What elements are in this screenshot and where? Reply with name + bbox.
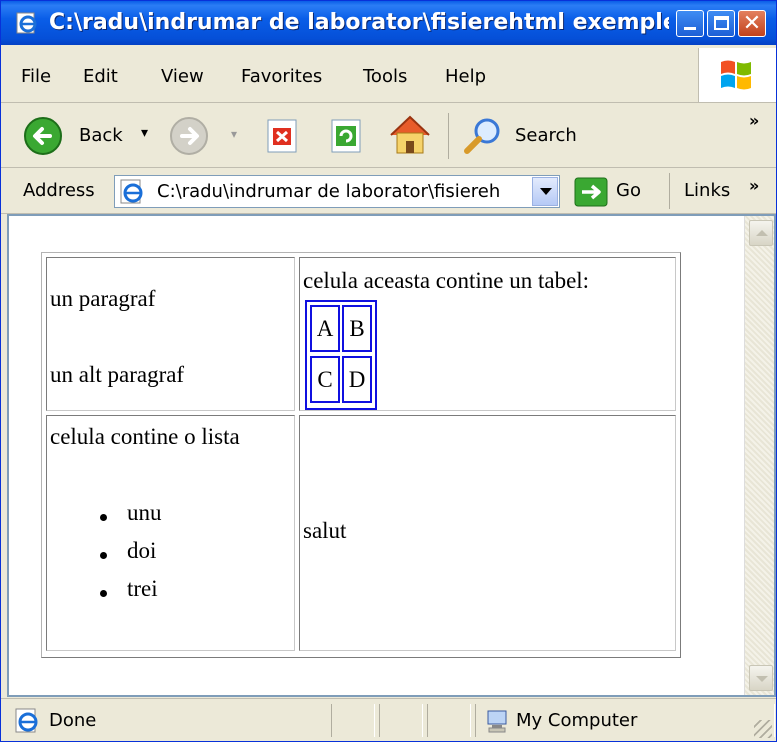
address-separator bbox=[669, 173, 670, 209]
table-cell-list: celula contine o lista unu doi trei bbox=[46, 415, 295, 651]
windows-flag-icon bbox=[721, 60, 751, 90]
list-item-1: unu bbox=[127, 500, 162, 525]
resize-grip-icon[interactable] bbox=[754, 720, 772, 738]
list-bullet bbox=[100, 514, 107, 521]
list-bullet bbox=[100, 552, 107, 559]
inner-cell-d: D bbox=[342, 356, 372, 403]
outer-table: un paragraf un alt paragraf celula aceas… bbox=[41, 252, 681, 658]
nested-table-caption: celula aceasta contine un tabel: bbox=[303, 268, 590, 293]
list-item-2: doi bbox=[127, 538, 157, 563]
windows-logo bbox=[698, 48, 776, 102]
menu-help[interactable]: Help bbox=[445, 66, 486, 87]
window-title: C:\radu\indrumar de laborator\fisierehtm… bbox=[49, 10, 669, 35]
stop-icon[interactable] bbox=[263, 117, 301, 155]
page-viewport: un paragraf un alt paragraf celula aceas… bbox=[7, 214, 776, 697]
address-bar: Address C:\radu\indrumar de laborator\fi… bbox=[1, 168, 776, 214]
my-computer-icon bbox=[487, 710, 507, 733]
browser-window: C:\radu\indrumar de laborator\fisierehtm… bbox=[0, 0, 777, 742]
paragraph-1: un paragraf bbox=[50, 286, 156, 311]
maximize-icon bbox=[714, 16, 729, 30]
title-bar[interactable]: C:\radu\indrumar de laborator\fisierehtm… bbox=[1, 1, 776, 45]
back-button-label[interactable]: Back bbox=[79, 125, 123, 146]
inner-cell-a: A bbox=[310, 305, 340, 352]
ie-page-icon bbox=[120, 179, 143, 204]
vertical-scrollbar[interactable] bbox=[744, 216, 774, 695]
address-label: Address bbox=[23, 180, 95, 201]
status-panel bbox=[427, 704, 471, 737]
forward-dropdown-icon[interactable]: ▾ bbox=[231, 127, 237, 141]
scroll-up-icon[interactable] bbox=[749, 220, 773, 246]
status-panel bbox=[331, 704, 375, 737]
minimize-button[interactable] bbox=[676, 10, 704, 37]
back-dropdown-icon[interactable]: ▾ bbox=[141, 125, 148, 141]
search-button-label[interactable]: Search bbox=[515, 125, 577, 146]
links-chevron-icon[interactable]: » bbox=[749, 176, 759, 195]
page-body: un paragraf un alt paragraf celula aceas… bbox=[9, 216, 745, 695]
address-input[interactable]: C:\radu\indrumar de laborator\fisiereh bbox=[114, 175, 560, 208]
inner-cell-c: C bbox=[310, 356, 340, 403]
inner-cell-b: B bbox=[342, 305, 372, 352]
toolbar-separator bbox=[448, 113, 449, 159]
menu-bar: File Edit View Favorites Tools Help bbox=[1, 45, 776, 103]
greeting-text: salut bbox=[303, 518, 347, 543]
search-icon[interactable] bbox=[461, 115, 505, 157]
go-button-label[interactable]: Go bbox=[616, 180, 641, 201]
minimize-icon bbox=[684, 27, 696, 30]
address-dropdown-icon[interactable] bbox=[532, 177, 558, 206]
status-text: Done bbox=[49, 710, 97, 731]
table-cell-nested-table: celula aceasta contine un tabel: A B C D bbox=[299, 257, 676, 411]
menu-edit[interactable]: Edit bbox=[83, 66, 118, 87]
list-caption: celula contine o lista bbox=[50, 424, 240, 449]
list-bullet bbox=[100, 590, 107, 597]
inner-table: A B C D bbox=[305, 300, 377, 410]
address-value[interactable]: C:\radu\indrumar de laborator\fisiereh bbox=[157, 181, 522, 202]
paragraph-2: un alt paragraf bbox=[50, 362, 185, 387]
toolbar-chevron-icon[interactable]: » bbox=[749, 111, 759, 130]
toolbar: Back ▾ ▾ Search » bbox=[1, 103, 776, 168]
status-bar: Done My Computer bbox=[1, 698, 776, 741]
forward-arrow-icon[interactable] bbox=[169, 116, 209, 156]
scroll-down-icon[interactable] bbox=[749, 665, 773, 691]
ie-page-icon bbox=[15, 708, 38, 733]
menu-file[interactable]: File bbox=[21, 66, 51, 87]
home-icon[interactable] bbox=[387, 113, 433, 157]
menu-view[interactable]: View bbox=[161, 66, 204, 87]
maximize-button[interactable] bbox=[707, 10, 735, 37]
links-label[interactable]: Links bbox=[684, 180, 730, 201]
menu-tools[interactable]: Tools bbox=[363, 66, 407, 87]
table-cell-greeting: salut bbox=[299, 415, 676, 651]
ie-page-icon bbox=[16, 12, 37, 34]
close-icon: ✕ bbox=[742, 11, 762, 36]
zone-text: My Computer bbox=[516, 710, 638, 731]
table-cell-paragraphs: un paragraf un alt paragraf bbox=[46, 257, 295, 411]
go-arrow-icon[interactable] bbox=[574, 177, 608, 207]
menu-favorites[interactable]: Favorites bbox=[241, 66, 322, 87]
refresh-icon[interactable] bbox=[327, 117, 365, 155]
status-panel bbox=[379, 704, 423, 737]
list-item-3: trei bbox=[127, 576, 158, 601]
close-button[interactable]: ✕ bbox=[738, 10, 766, 37]
back-arrow-icon[interactable] bbox=[23, 116, 63, 156]
